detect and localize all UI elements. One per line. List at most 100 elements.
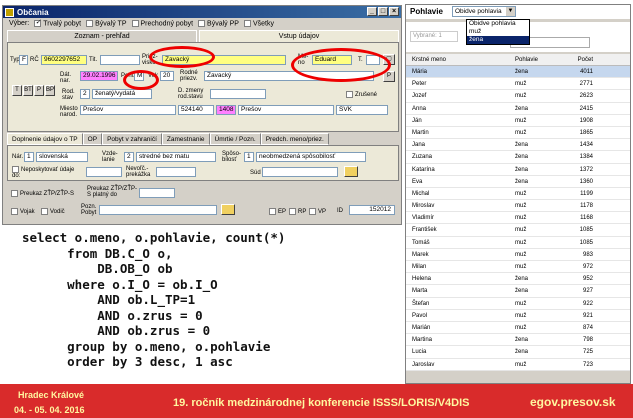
flag-t[interactable]: T: [12, 85, 22, 96]
tab-predch-meno[interactable]: Predch. meno/priez.: [260, 133, 329, 145]
folder-icon[interactable]: [344, 166, 358, 177]
tab-zamestnanie[interactable]: Zamestnanie: [161, 133, 210, 145]
cell-pocet: 1865: [579, 129, 593, 136]
filter-vsetky[interactable]: Všetky: [243, 19, 274, 27]
vzdel-field[interactable]: stredné bez matu: [136, 152, 216, 162]
dropdown-option-zena[interactable]: žena: [467, 36, 529, 44]
nevoli-field[interactable]: [156, 167, 196, 177]
table-row[interactable]: Marek muž 983: [406, 248, 630, 261]
nar-code[interactable]: 1: [24, 152, 34, 162]
close-button[interactable]: ×: [389, 7, 399, 16]
filter-byvaly-pp[interactable]: Bývalý PP: [198, 19, 239, 27]
folder-icon[interactable]: [221, 204, 235, 215]
checkbox-icon: [346, 91, 353, 98]
obec-field[interactable]: Prešov: [238, 105, 334, 115]
col-krstne-meno[interactable]: Krstné meno: [406, 54, 511, 65]
table-row[interactable]: Tomáš muž 1085: [406, 236, 630, 249]
sposob-code[interactable]: 1: [244, 152, 254, 162]
table-row[interactable]: Štefan muž 922: [406, 297, 630, 310]
table-row[interactable]: Jaroslav muž 723: [406, 358, 630, 371]
highlight-priezvisko: [149, 46, 215, 68]
ztp-checkbox[interactable]: Preukaz ZŤP/ZŤP-S: [11, 190, 74, 197]
maximize-button[interactable]: □: [378, 7, 388, 16]
table-row[interactable]: Lucia žena 725: [406, 346, 630, 359]
table-row[interactable]: Peter muž 2771: [406, 78, 630, 91]
table-header: Krstné meno Pohlavie Počet: [406, 54, 630, 66]
nar-field[interactable]: slovenská: [36, 152, 88, 162]
neposk-field[interactable]: [86, 167, 122, 177]
dropdown-option-obidve[interactable]: Obidve pohlavia: [467, 20, 529, 28]
filter-prechodny[interactable]: Prechodný pobyt: [131, 19, 193, 27]
chevron-down-icon[interactable]: ▼: [506, 7, 515, 16]
table-row[interactable]: Marta žena 927: [406, 285, 630, 298]
table-row[interactable]: Katarína žena 1372: [406, 163, 630, 176]
flag-bt[interactable]: BT: [23, 85, 33, 96]
rod-stav-field[interactable]: ženatý/vydatá: [92, 89, 152, 99]
pohlavie-select[interactable]: Obidve pohlavia ▼: [452, 6, 516, 17]
pozn-label: Pozn. Pobyt: [81, 204, 97, 216]
neposk-checkbox[interactable]: Neposkytovať údaje do:: [12, 166, 82, 179]
minimize-button[interactable]: _: [367, 7, 377, 16]
dat-nar-field[interactable]: 29.02.1996: [80, 71, 118, 81]
tab-op[interactable]: OP: [82, 133, 103, 145]
tab-vstup[interactable]: Vstup údajov: [199, 30, 399, 42]
table-row[interactable]: Ján muž 1908: [406, 114, 630, 127]
table-row[interactable]: Eva žena 1360: [406, 175, 630, 188]
flag-bp[interactable]: BP: [45, 85, 55, 96]
miesto-field[interactable]: Prešov: [80, 105, 176, 115]
filter-byvaly-tp[interactable]: Bývalý TP: [86, 19, 127, 27]
vodic-checkbox[interactable]: Vodič: [41, 208, 65, 215]
rp-checkbox[interactable]: RP: [289, 208, 306, 215]
col-pocet[interactable]: Počet: [557, 54, 597, 65]
cell-meno: Marta: [412, 288, 428, 295]
table-row[interactable]: Marián muž 874: [406, 321, 630, 335]
table-row[interactable]: Martin muž 1865: [406, 126, 630, 140]
table-row[interactable]: Miroslav muž 1178: [406, 200, 630, 213]
flag-p[interactable]: P: [34, 85, 44, 96]
table-row[interactable]: Mária žena 4011: [406, 66, 630, 79]
highlight-pohl: [123, 70, 159, 90]
ep-checkbox[interactable]: EP: [269, 208, 286, 215]
dropdown-option-muz[interactable]: muž: [467, 28, 529, 36]
table-row[interactable]: Jana žena 1434: [406, 139, 630, 152]
rod-stav-code[interactable]: 2: [80, 89, 90, 99]
cell-meno: Pavol: [412, 312, 428, 319]
cell-meno: Eva: [412, 178, 423, 185]
table-row[interactable]: Helena žena 952: [406, 273, 630, 286]
cell-meno: Jaroslav: [412, 361, 435, 368]
sud-field[interactable]: [262, 167, 338, 177]
vzdel-code[interactable]: 2: [124, 152, 134, 162]
okres-field[interactable]: SVK: [336, 105, 388, 115]
vojak-checkbox[interactable]: Vojak: [11, 208, 35, 215]
obec-code-field[interactable]: 1408: [216, 105, 236, 115]
cell-pocet: 952: [582, 276, 593, 283]
col-pohlavie[interactable]: Pohlavie: [511, 54, 557, 65]
pozn-field[interactable]: [99, 205, 217, 215]
table-row[interactable]: Martina žena 798: [406, 334, 630, 347]
tab-pobyt[interactable]: Pobyt v zahraničí: [102, 133, 162, 145]
typ-field[interactable]: F: [19, 55, 28, 65]
vp-checkbox[interactable]: VP: [309, 208, 326, 215]
ztp-valid-field[interactable]: [139, 188, 175, 198]
tab-doplnenie[interactable]: Doplnenie údajov o TP: [7, 133, 83, 145]
table-row[interactable]: Pavol muž 921: [406, 309, 630, 322]
table-row[interactable]: František muž 1085: [406, 224, 630, 237]
tab-zoznam[interactable]: Zoznam - prehľad: [7, 30, 197, 42]
table-row[interactable]: Zuzana žena 1384: [406, 151, 630, 164]
tit-field[interactable]: [100, 55, 140, 65]
table-row[interactable]: Vladimír muž 1168: [406, 212, 630, 225]
table-row[interactable]: Milan muž 972: [406, 261, 630, 274]
rc-field[interactable]: 9602297652: [41, 55, 87, 65]
zrusene-checkbox[interactable]: Zrušené: [346, 91, 377, 98]
table-body: Mária žena 4011 Peter muž 2771 Jozef muž 2623 Ann…: [406, 66, 630, 371]
sposob-field[interactable]: neobmedzená spôsobilosť: [256, 152, 366, 162]
table-row[interactable]: Jozef muž 2623: [406, 90, 630, 103]
zmeny-field[interactable]: [210, 89, 266, 99]
filter-trvaly[interactable]: Trvalý pobyt: [34, 18, 81, 27]
checkbox-icon: [243, 19, 251, 27]
tab-umrtie[interactable]: Úmrtie / Pozn.: [209, 133, 261, 145]
table-row[interactable]: Michal muž 1199: [406, 187, 630, 201]
psc-field[interactable]: 524140: [178, 105, 214, 115]
table-row[interactable]: Anna žena 2415: [406, 102, 630, 115]
cell-pocet: 972: [582, 264, 593, 270]
